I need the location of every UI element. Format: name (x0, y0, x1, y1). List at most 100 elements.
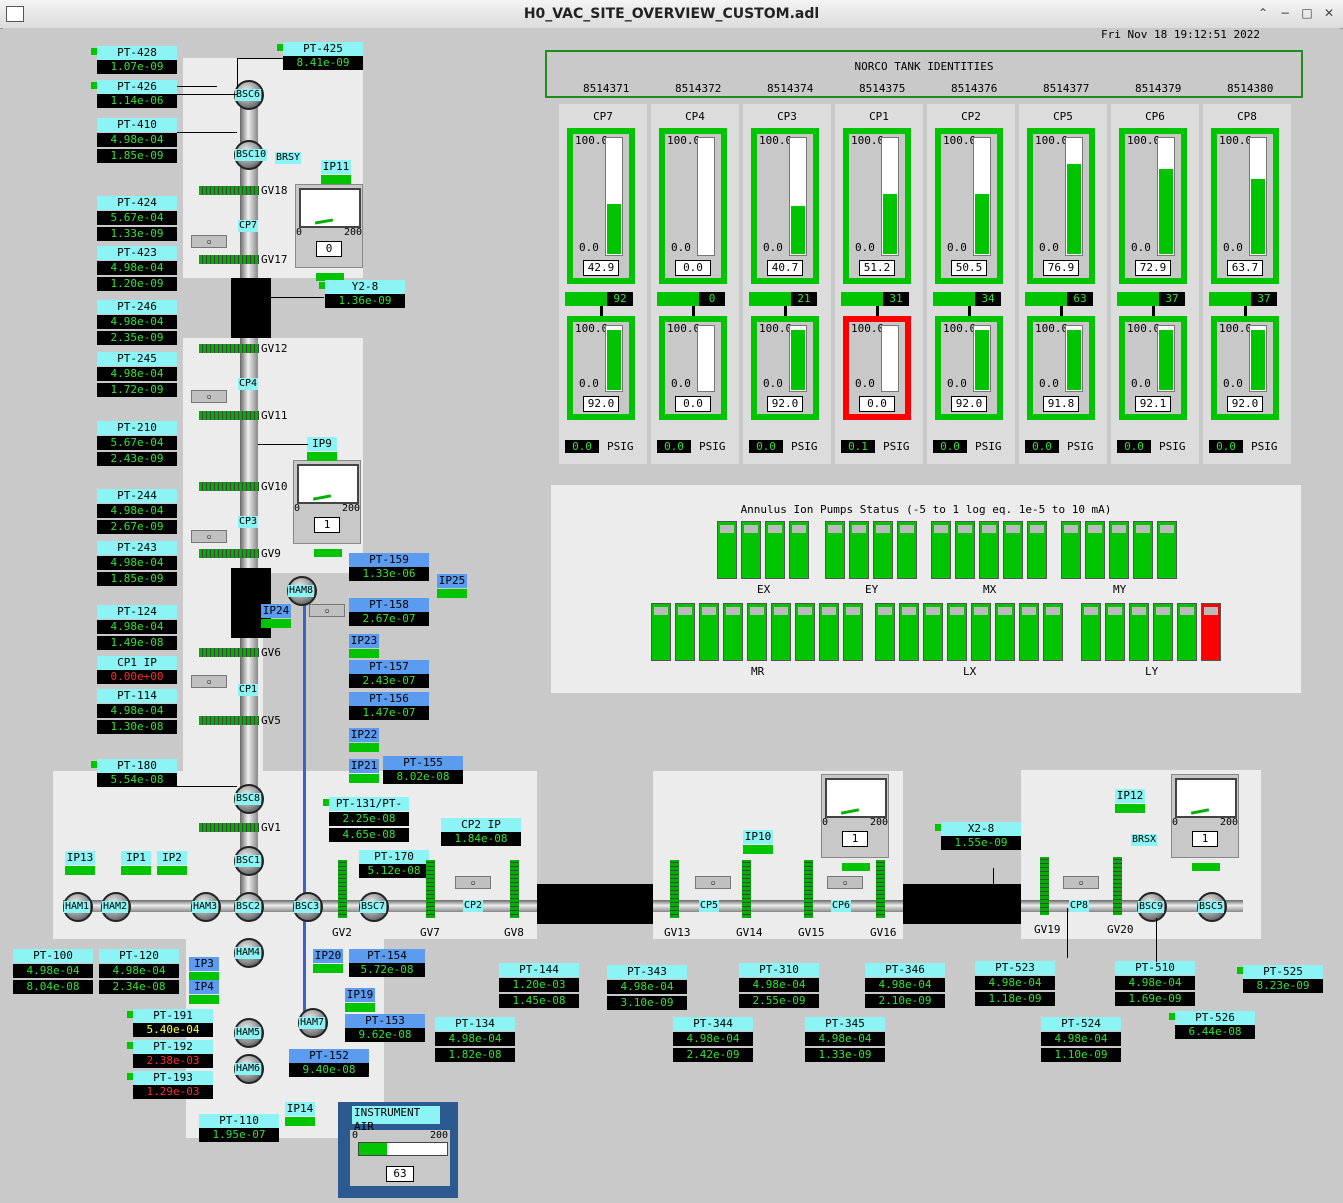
annulus-pump-mr-3 (699, 603, 719, 661)
tank-cp4: CP4 100.0 0.0 0.0 0 100.0 0.0 0.0 0.0 PSI… (651, 104, 739, 464)
cp2-label: CP2 (463, 900, 484, 912)
pump-level-cap (792, 525, 806, 533)
pt526-value: 6.44e-08 (1175, 1025, 1255, 1039)
meter-max: 100.0 (575, 134, 609, 147)
pump-level-cap (878, 607, 892, 615)
tank-percent-value: 92 (607, 292, 633, 306)
cp1-control-button[interactable]: ▫ (191, 675, 227, 688)
cp5-control-button[interactable]: ▫ (695, 876, 731, 889)
annulus-pump-mx-2 (955, 521, 975, 579)
pt245-label: PT-245 (97, 352, 177, 366)
ip1-label: IP1 (121, 851, 151, 865)
pt246-label: PT-246 (97, 300, 177, 314)
pt423-value-2: 1.20e-09 (97, 277, 177, 291)
pt345-value-2: 1.33e-09 (805, 1048, 885, 1062)
gv2-valve (338, 860, 347, 918)
pump-level-cap (1046, 607, 1060, 615)
maximize-icon[interactable]: □ (1300, 6, 1314, 20)
cp8-control-button[interactable]: ▫ (1063, 876, 1099, 889)
pt346-label: PT-346 (865, 963, 945, 977)
annulus-pump-mr-6 (771, 603, 791, 661)
tank-pressure-value: 91.8 (1043, 396, 1079, 412)
cp7-label: CP7 (238, 220, 259, 232)
psig-value: 0.0 (657, 440, 691, 453)
annulus-pump-lx-8 (1043, 603, 1063, 661)
pump-level-cap (846, 607, 860, 615)
pt210-value-1: 5.67e-04 (97, 436, 177, 450)
minimize-icon[interactable]: − (1278, 6, 1292, 20)
cp4-control-button[interactable]: ▫ (191, 390, 227, 403)
tank-percent-value: 31 (883, 292, 909, 306)
pump-level-cap (852, 525, 866, 533)
meter-scale (973, 137, 991, 256)
annulus-pump-mr-9 (843, 603, 863, 661)
pt134-value-2: 1.82e-08 (435, 1048, 515, 1062)
meter-max: 100.0 (759, 322, 793, 335)
meter-min: 0.0 (763, 377, 783, 390)
norco-id-4: 8514375 (859, 82, 906, 95)
pt426-value: 1.14e-06 (97, 94, 177, 108)
pt131-value-2: 4.65e-08 (329, 828, 409, 842)
tank-level-value: 50.5 (951, 260, 987, 276)
meter-fill (791, 330, 805, 390)
tank-connector (1060, 306, 1063, 316)
pt345-value-1: 4.98e-04 (805, 1032, 885, 1046)
pt523-label: PT-523 (975, 961, 1055, 975)
psig-unit: PSIG (699, 440, 726, 453)
gv16-valve-label: GV16 (870, 926, 897, 939)
psig-unit: PSIG (1067, 440, 1094, 453)
tank-percent-value: 63 (1067, 292, 1093, 306)
tank-percent-bar: 37 (1117, 292, 1185, 306)
cp6-control-button[interactable]: ▫ (827, 876, 863, 889)
shade-icon[interactable]: ⌃ (1256, 6, 1270, 20)
tank-pressure-meter: 100.0 0.0 92.0 (567, 316, 635, 420)
pump-level-cap (1180, 607, 1194, 615)
pt246-value-1: 4.98e-04 (97, 315, 177, 329)
ip13-label: IP13 (65, 851, 95, 865)
pt124-label: PT-124 (97, 605, 177, 619)
annulus-pump-lx-1 (875, 603, 895, 661)
pt155-value: 8.02e-08 (383, 770, 463, 784)
gv6-valve-label: GV6 (261, 646, 281, 659)
tank-connector (784, 306, 787, 316)
meter-scale (789, 137, 807, 256)
pt525-value: 8.23e-09 (1243, 979, 1323, 993)
pump-level-cap (720, 525, 734, 533)
pt144-value-2: 1.45e-08 (499, 994, 579, 1008)
annulus-pump-ly-2 (1105, 603, 1125, 661)
ip10-label: IP10 (743, 830, 773, 844)
air-bar-fill (359, 1143, 388, 1155)
tank-pressure-value: 92.0 (583, 396, 619, 412)
tank-percent-value: 37 (1251, 292, 1277, 306)
ham8-control-button[interactable]: ▫ (309, 604, 345, 617)
ip3-label: IP3 (189, 957, 219, 971)
pt157-value: 2.43e-07 (349, 674, 429, 688)
pt524-value-2: 1.10e-09 (1041, 1048, 1121, 1062)
pt310-label: PT-310 (739, 963, 819, 977)
tank-connector (692, 306, 695, 316)
meter-fill (607, 203, 621, 254)
title-bar[interactable]: H0_VAC_SITE_OVERVIEW_CUSTOM.adl ⌃ − □ ✕ (0, 0, 1343, 29)
meter-max: 100.0 (1219, 322, 1253, 335)
tank-psig-readout: 0.1 PSIG (841, 440, 910, 453)
meter-scale (605, 137, 623, 256)
cp2-control-button[interactable]: ▫ (455, 876, 491, 889)
pt510-value-1: 4.98e-04 (1115, 976, 1195, 990)
gv11-valve-label: GV11 (261, 409, 288, 422)
norco-id-6: 8514377 (1043, 82, 1090, 95)
pt120-value-1: 4.98e-04 (99, 964, 179, 978)
gv13-valve (670, 860, 679, 918)
leader-line (993, 868, 994, 898)
cp3-control-button[interactable]: ▫ (191, 530, 227, 543)
annulus-group-label: MR (751, 665, 765, 678)
cp7-control-button[interactable]: ▫ (191, 235, 227, 248)
cp3-label: CP3 (238, 516, 259, 528)
tank-name: CP6 (1145, 110, 1165, 123)
pump-level-cap (1204, 607, 1218, 615)
gauge-status-bar (842, 863, 870, 871)
close-icon[interactable]: ✕ (1322, 6, 1336, 20)
psig-unit: PSIG (883, 440, 910, 453)
leader-line (1067, 908, 1068, 958)
tank-psig-readout: 0.0 PSIG (657, 440, 726, 453)
pump-level-cap (744, 525, 758, 533)
